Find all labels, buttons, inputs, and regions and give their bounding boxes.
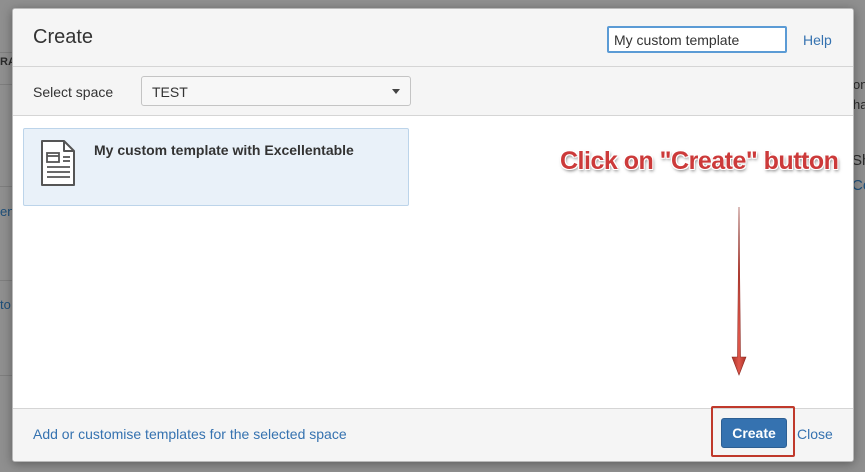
template-search-input[interactable]: [607, 26, 787, 53]
bg-divider: [0, 280, 12, 281]
dialog-header: Create Help: [13, 9, 853, 67]
tutorial-annotation: Click on "Create" button: [560, 147, 839, 175]
dialog-title: Create: [33, 26, 94, 48]
bg-divider: [0, 84, 12, 85]
space-select[interactable]: TEST: [141, 76, 411, 106]
customise-templates-link[interactable]: Add or customise templates for the selec…: [33, 426, 347, 442]
bg-divider: [0, 52, 12, 53]
space-select-value: TEST: [152, 84, 188, 100]
template-name: My custom template with Excellentable: [94, 142, 354, 158]
bg-text: on: [853, 77, 865, 92]
bg-text: ha: [853, 97, 865, 112]
dialog-footer: Add or customise templates for the selec…: [13, 406, 853, 461]
select-space-label: Select space: [33, 84, 114, 100]
arrow-down-icon: [731, 206, 747, 376]
bg-divider: [0, 375, 12, 376]
caret-down-icon: [392, 89, 400, 94]
create-button[interactable]: Create: [721, 418, 787, 448]
help-link[interactable]: Help: [803, 32, 832, 48]
template-item[interactable]: My custom template with Excellentable: [23, 128, 409, 206]
document-icon: [41, 140, 75, 186]
close-link[interactable]: Close: [797, 426, 833, 442]
bg-divider: [0, 186, 12, 187]
bg-link: to: [0, 297, 11, 312]
space-selector-row: Select space TEST: [13, 67, 853, 116]
create-dialog: Create Help Select space TEST My custom …: [12, 8, 854, 462]
